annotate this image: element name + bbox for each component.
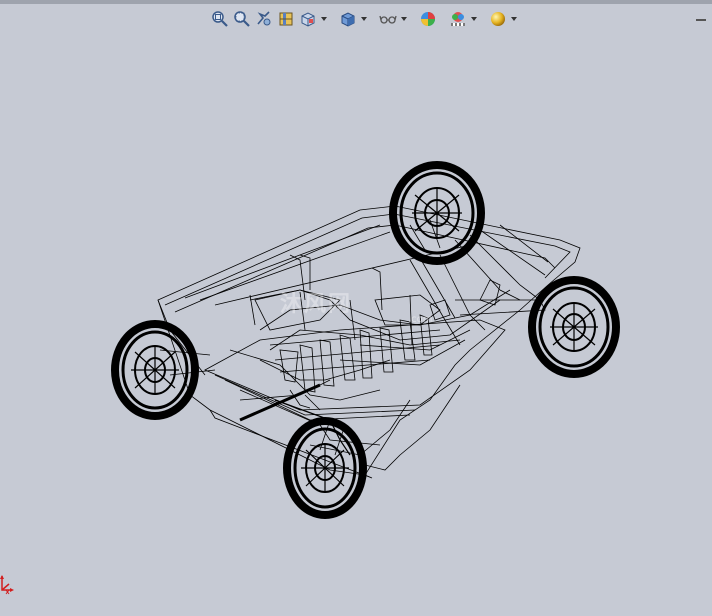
- watermark-domain: .com: [408, 314, 433, 325]
- vehicle-chassis-wireframe-model[interactable]: [0, 0, 712, 616]
- rear-left-wheel: [111, 320, 199, 420]
- reference-triad-icon: [0, 575, 14, 595]
- watermark-brand: 沐风网: [280, 292, 353, 317]
- front-left-wheel: [389, 161, 485, 265]
- front-right-wheel: [528, 276, 620, 378]
- chassis-frame: [157, 205, 581, 479]
